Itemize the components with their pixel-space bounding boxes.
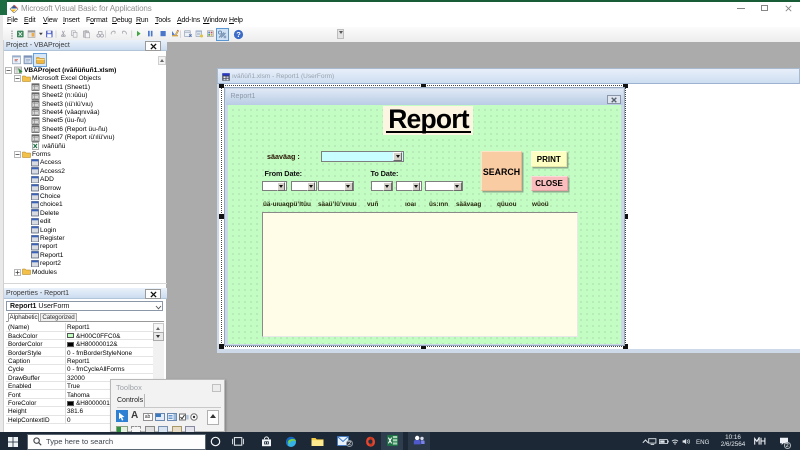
svg-text:?: ?	[236, 30, 241, 39]
